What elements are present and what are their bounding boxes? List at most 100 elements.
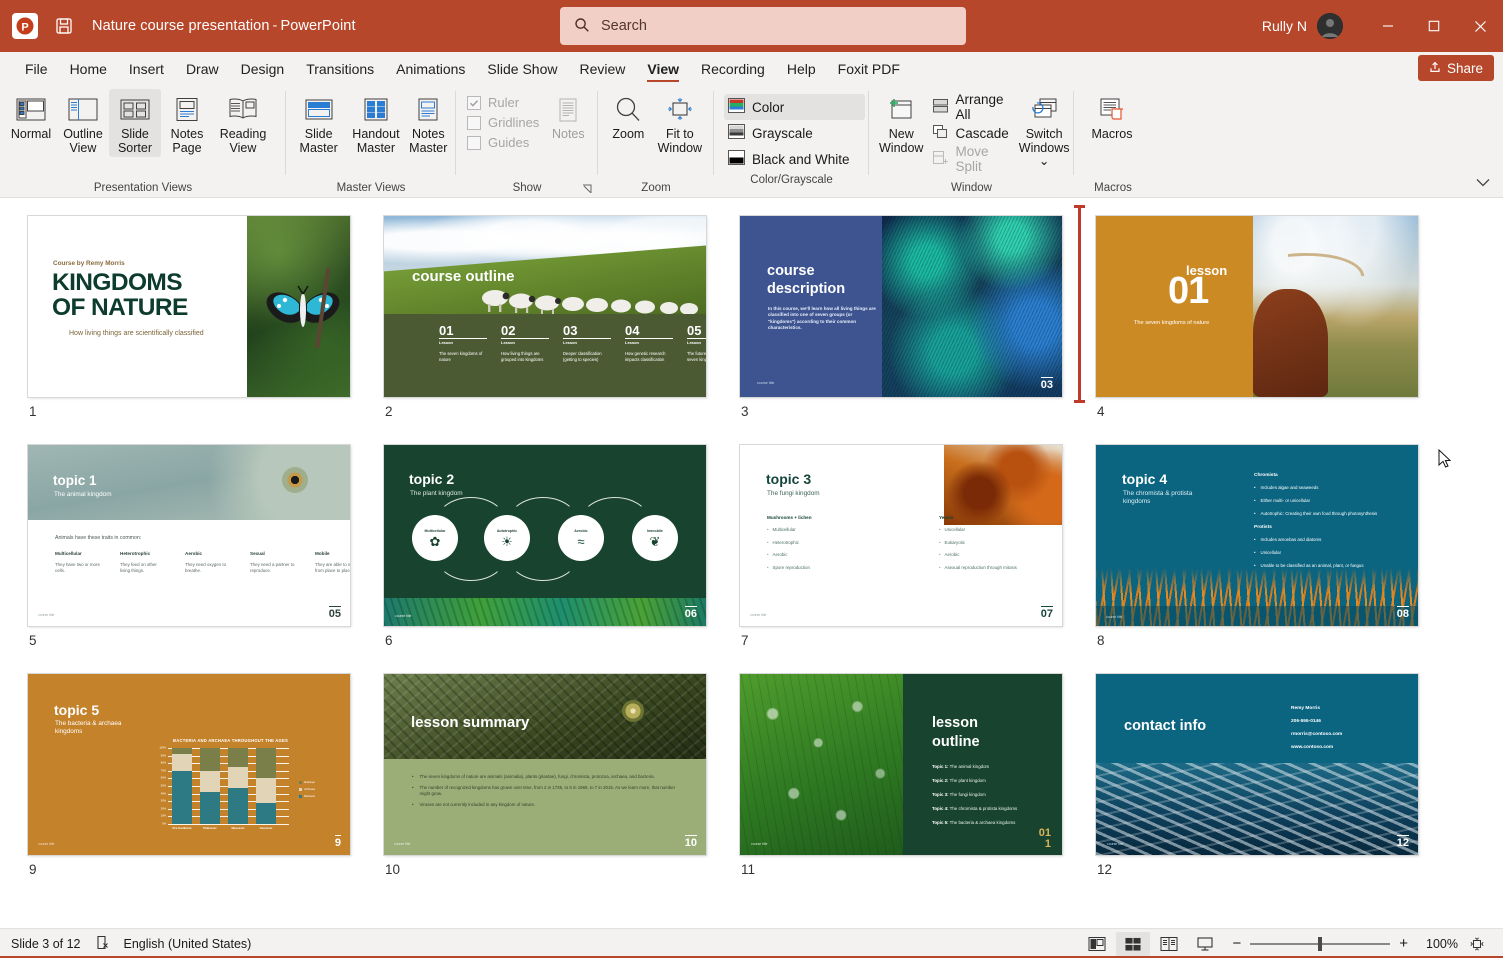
new-window-button[interactable]: New Window bbox=[877, 89, 925, 157]
zoom-level[interactable]: 100% bbox=[1418, 937, 1458, 951]
mushroom-photo bbox=[944, 445, 1062, 525]
slide-thumbnail-11[interactable]: lesson outline Topic 1: The animal kingdo… bbox=[740, 674, 1062, 855]
collapse-ribbon-button[interactable] bbox=[1473, 173, 1493, 191]
tab-design[interactable]: Design bbox=[230, 52, 296, 85]
zoom-button[interactable]: Zoom bbox=[606, 89, 651, 144]
macros-button[interactable]: Macros bbox=[1082, 89, 1142, 144]
color-button[interactable]: Color bbox=[724, 94, 865, 120]
avatar[interactable] bbox=[1317, 13, 1343, 39]
slide-thumbnail-8[interactable]: topic 4 The chromista & protista kingdom… bbox=[1096, 445, 1418, 626]
arrange-all-button[interactable]: Arrange All bbox=[929, 92, 1012, 122]
fish-school-photo bbox=[1096, 763, 1418, 855]
slide6-title: topic 2 bbox=[409, 471, 455, 487]
maximize-button[interactable] bbox=[1411, 0, 1457, 52]
course-title-footer: course title bbox=[751, 842, 768, 846]
slide-cell[interactable]: topic 5 The bacteria & archaea kingdoms … bbox=[28, 674, 350, 877]
close-button[interactable] bbox=[1457, 0, 1503, 52]
slide-thumbnail-10[interactable]: lesson summary • The seven kingdoms of na… bbox=[384, 674, 706, 855]
slide-master-button[interactable]: Slide Master bbox=[291, 89, 346, 157]
accessibility-check-icon[interactable] bbox=[95, 935, 110, 953]
search-input[interactable] bbox=[601, 18, 931, 34]
outline-column: 02 Lesson How living things are grouped in… bbox=[501, 324, 549, 362]
outline-view-button[interactable]: Outline View bbox=[57, 89, 109, 157]
fit-to-window-status-button[interactable] bbox=[1460, 932, 1494, 956]
normal-view-button[interactable]: Normal bbox=[5, 89, 57, 144]
tab-insert[interactable]: Insert bbox=[118, 52, 175, 85]
user-name[interactable]: Rully N bbox=[1262, 18, 1307, 34]
slide-position[interactable]: Slide 3 of 12 bbox=[11, 937, 81, 951]
reading-view-status-button[interactable] bbox=[1152, 932, 1186, 956]
slide-thumbnail-1[interactable]: Course by Remy Morris KINGDOMS OF NATURE … bbox=[28, 216, 350, 397]
slide-sorter-button[interactable]: Slide Sorter bbox=[109, 89, 161, 157]
slide-cell[interactable]: Course by Remy Morris KINGDOMS OF NATURE … bbox=[28, 216, 350, 419]
slide-cell[interactable]: lesson outline Topic 1: The animal kingdo… bbox=[740, 674, 1062, 877]
page-number: 01 1 bbox=[1038, 827, 1051, 850]
switch-windows-button[interactable]: Switch Windows ⌄ bbox=[1017, 89, 1072, 171]
black-and-white-button[interactable]: Black and White bbox=[724, 146, 865, 172]
slide-thumbnail-7[interactable]: topic 3 The fungi kingdom Mushrooms + li… bbox=[740, 445, 1062, 626]
trait: Heterotrophic They feed on other living t… bbox=[120, 551, 157, 573]
zoom-track[interactable] bbox=[1250, 936, 1391, 951]
slide-sorter-status-button[interactable] bbox=[1116, 931, 1151, 956]
slide-thumbnail-5[interactable]: topic 1 The animal kingdom Animals have … bbox=[28, 445, 350, 626]
slide-thumbnail-4[interactable]: lesson 01 The seven kingdoms of nature bbox=[1096, 216, 1418, 397]
outline-column: 01 Lesson The seven kingdoms of nature bbox=[439, 324, 487, 362]
handout-master-button[interactable]: Handout Master bbox=[346, 89, 405, 157]
black-and-white-icon bbox=[728, 150, 745, 168]
language-indicator[interactable]: English (United States) bbox=[124, 937, 252, 951]
tab-review[interactable]: Review bbox=[568, 52, 636, 85]
notes-button[interactable]: Notes bbox=[545, 89, 591, 144]
color-grayscale-group-label: Color/Grayscale bbox=[750, 174, 833, 186]
reading-view-button[interactable]: Reading View bbox=[213, 89, 273, 157]
search-box[interactable] bbox=[560, 7, 966, 45]
slide-cell[interactable]: topic 4 The chromista & protista kingdom… bbox=[1096, 445, 1418, 648]
normal-view-status-button[interactable] bbox=[1080, 932, 1114, 956]
group-presentation-views: Normal Outline View Slide Sorter Notes Page bbox=[0, 85, 286, 197]
slide-thumbnail-12[interactable]: contact info Remy Morris 206-555-0146 rm… bbox=[1096, 674, 1418, 855]
tab-help[interactable]: Help bbox=[776, 52, 827, 85]
notes-page-button[interactable]: Notes Page bbox=[161, 89, 213, 157]
slide-cell[interactable]: course outline 01 Lesson The seven kingdom… bbox=[384, 216, 706, 419]
slide-cell[interactable]: topic 1 The animal kingdom Animals have … bbox=[28, 445, 350, 648]
slide-thumbnail-2[interactable]: course outline 01 Lesson The seven kingdom… bbox=[384, 216, 706, 397]
slide-sorter-pane[interactable]: Course by Remy Morris KINGDOMS OF NATURE … bbox=[0, 199, 1503, 928]
tab-slide-show[interactable]: Slide Show bbox=[476, 52, 568, 85]
zoom-in-button[interactable]: + bbox=[1399, 935, 1408, 952]
slide-show-status-button[interactable] bbox=[1188, 932, 1222, 956]
slide-cell[interactable]: topic 2 The plant kingdom Multicellular ✿… bbox=[384, 445, 706, 648]
dialog-launcher-icon[interactable] bbox=[581, 183, 593, 195]
slide-cell[interactable]: course description In this course, we'll … bbox=[740, 216, 1062, 419]
tab-transitions[interactable]: Transitions bbox=[295, 52, 385, 85]
ruler-checkbox[interactable]: Ruler bbox=[467, 95, 539, 110]
slide-row: Course by Remy Morris KINGDOMS OF NATURE … bbox=[0, 216, 1503, 419]
tab-animations[interactable]: Animations bbox=[385, 52, 476, 85]
grayscale-button[interactable]: Grayscale bbox=[724, 120, 865, 146]
zoom-out-button[interactable]: − bbox=[1232, 935, 1241, 952]
slide-thumbnail-3[interactable]: course description In this course, we'll … bbox=[740, 216, 1062, 397]
tab-home[interactable]: Home bbox=[59, 52, 118, 85]
guides-checkbox[interactable]: Guides bbox=[467, 135, 539, 150]
save-icon[interactable] bbox=[54, 15, 76, 37]
tab-view[interactable]: View bbox=[636, 52, 690, 85]
slide-cell[interactable]: lesson 01 The seven kingdoms of nature 4 bbox=[1096, 216, 1418, 419]
slide-cell[interactable]: contact info Remy Morris 206-555-0146 rm… bbox=[1096, 674, 1418, 877]
tab-recording[interactable]: Recording bbox=[690, 52, 776, 85]
zoom-knob[interactable] bbox=[1318, 936, 1323, 951]
slide-thumbnail-6[interactable]: topic 2 The plant kingdom Multicellular ✿… bbox=[384, 445, 706, 626]
group-master-views: Slide Master Handout Master Notes Master Ma… bbox=[286, 85, 456, 197]
search-icon bbox=[574, 17, 590, 36]
zoom-slider[interactable]: − + bbox=[1232, 935, 1408, 952]
gridlines-checkbox[interactable]: Gridlines bbox=[467, 115, 539, 130]
tab-file[interactable]: File bbox=[14, 52, 59, 85]
notes-master-button[interactable]: Notes Master bbox=[406, 89, 451, 157]
cascade-button[interactable]: Cascade bbox=[929, 120, 1012, 146]
tab-draw[interactable]: Draw bbox=[175, 52, 230, 85]
fit-to-window-button[interactable]: Fit to Window bbox=[651, 89, 709, 157]
tab-foxit-pdf[interactable]: Foxit PDF bbox=[827, 52, 911, 85]
window-group-label: Window bbox=[951, 182, 992, 194]
slide-cell[interactable]: topic 3 The fungi kingdom Mushrooms + li… bbox=[740, 445, 1062, 648]
share-button[interactable]: Share bbox=[1417, 55, 1494, 81]
slide-cell[interactable]: lesson summary • The seven kingdoms of na… bbox=[384, 674, 706, 877]
slide-thumbnail-9[interactable]: topic 5 The bacteria & archaea kingdoms … bbox=[28, 674, 350, 855]
minimize-button[interactable] bbox=[1365, 0, 1411, 52]
